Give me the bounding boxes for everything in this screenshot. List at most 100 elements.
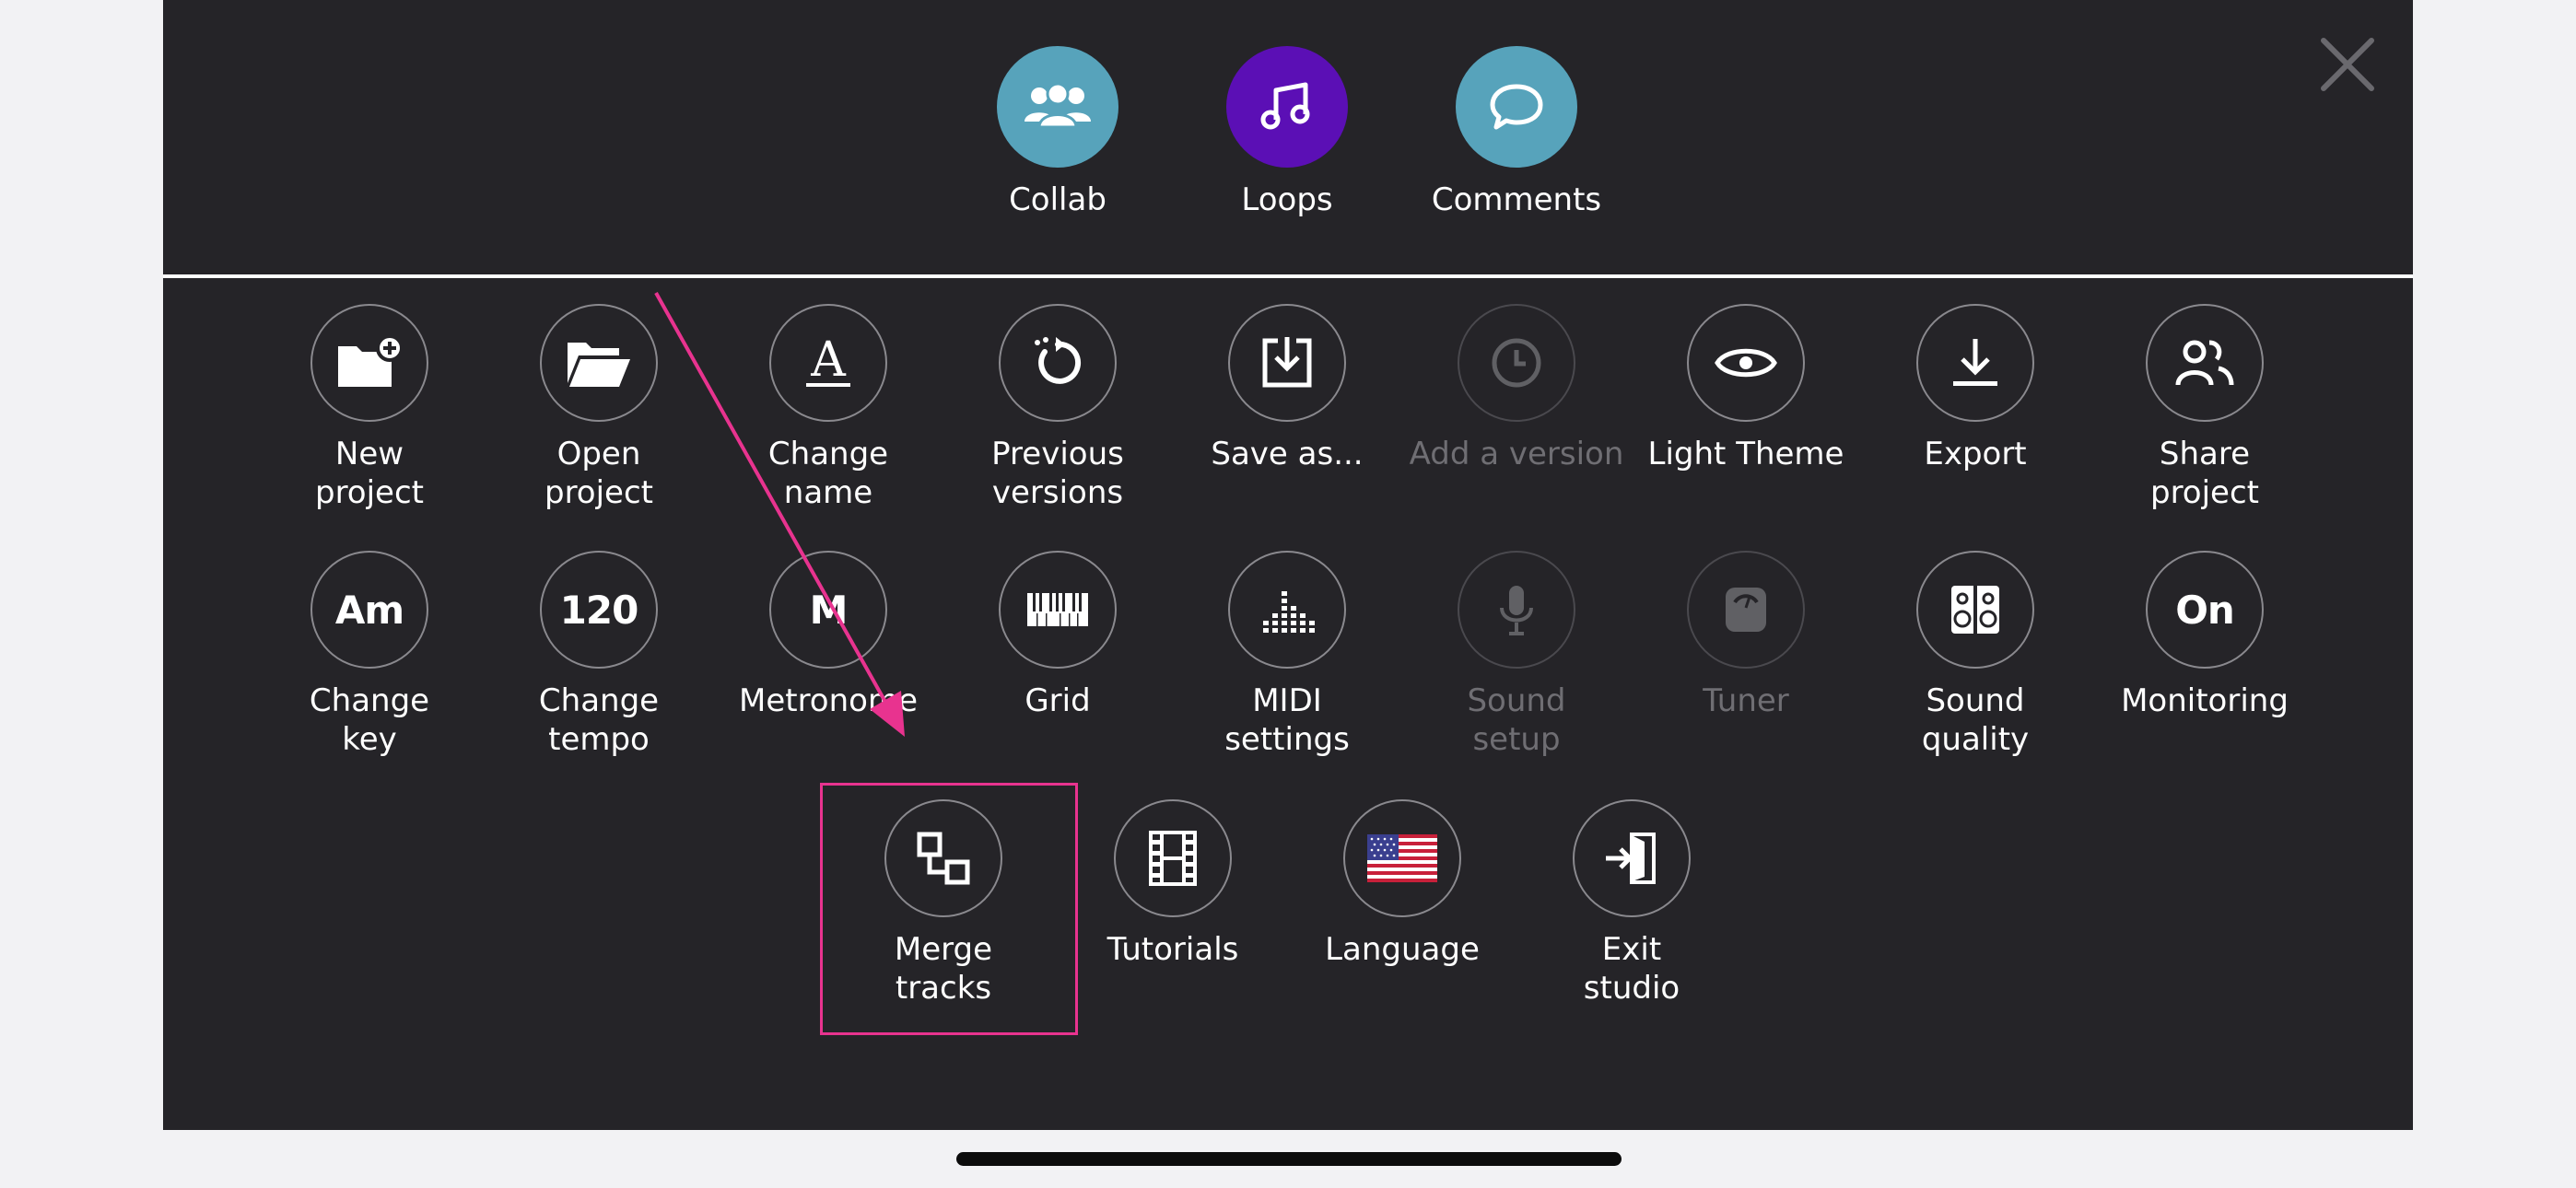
section-divider xyxy=(163,274,2413,278)
tutorials-label: Tutorials xyxy=(1107,931,1239,968)
equalizer-icon xyxy=(1263,591,1315,633)
change-key-button[interactable]: Am Change key xyxy=(236,551,503,759)
tuner-button[interactable]: Tuner xyxy=(1612,551,1879,720)
add-version-label: Add a version xyxy=(1409,436,1624,472)
new-project-label: New project xyxy=(314,436,424,511)
light-theme-label: Light Theme xyxy=(1647,436,1844,472)
tuner-label: Tuner xyxy=(1703,682,1789,719)
sound-setup-label: Sound setup xyxy=(1467,682,1566,758)
exit-studio-button[interactable]: Exit studio xyxy=(1498,799,1765,1007)
change-tempo-circle: 120 xyxy=(540,551,658,669)
save-as-label: Save as... xyxy=(1211,436,1364,472)
close-icon xyxy=(2321,38,2374,91)
open-folder-icon xyxy=(568,343,630,387)
language-label: Language xyxy=(1325,931,1480,968)
share-project-button[interactable]: Share project xyxy=(2071,304,2338,512)
light-theme-button[interactable]: Light Theme xyxy=(1612,304,1879,473)
share-project-circle xyxy=(2146,304,2264,422)
open-project-button[interactable]: Open project xyxy=(465,304,732,512)
tuner-circle xyxy=(1687,551,1805,669)
export-label: Export xyxy=(1924,436,2027,472)
grid-circle xyxy=(999,551,1117,669)
exit-studio-circle xyxy=(1573,799,1691,917)
change-tempo-button[interactable]: 120 Change tempo xyxy=(465,551,732,759)
eye-icon xyxy=(1715,348,1777,378)
monitoring-label: Monitoring xyxy=(2121,682,2289,719)
metronome-button[interactable]: M Metronome xyxy=(695,551,962,720)
us-flag-icon xyxy=(1367,834,1437,882)
change-name-circle: A xyxy=(769,304,887,422)
grid-button[interactable]: Grid xyxy=(924,551,1191,720)
tutorials-circle xyxy=(1114,799,1232,917)
add-version-circle xyxy=(1458,304,1575,422)
midi-settings-button[interactable]: MIDI settings xyxy=(1153,551,1421,759)
key-text-icon: Am xyxy=(334,587,404,633)
music-note-icon xyxy=(1260,82,1310,130)
language-button[interactable]: Language xyxy=(1269,799,1536,969)
save-icon xyxy=(1262,337,1312,388)
comments-label: Comments xyxy=(1431,181,1602,218)
comments-button[interactable]: Comments xyxy=(1383,46,1650,219)
open-project-circle xyxy=(540,304,658,422)
metronome-circle: M xyxy=(769,551,887,669)
open-project-label: Open project xyxy=(544,436,653,511)
previous-versions-button[interactable]: Previous versions xyxy=(924,304,1191,512)
new-project-button[interactable]: New project xyxy=(236,304,503,512)
change-name-button[interactable]: A Change name xyxy=(695,304,962,512)
add-version-button[interactable]: Add a version xyxy=(1383,304,1650,473)
save-as-button[interactable]: Save as... xyxy=(1153,304,1421,473)
exit-icon xyxy=(1606,833,1656,884)
sound-quality-label: Sound quality xyxy=(1921,682,2030,758)
monitoring-button[interactable]: On Monitoring xyxy=(2071,551,2338,720)
monitoring-circle: On xyxy=(2146,551,2264,669)
loops-label: Loops xyxy=(1241,181,1333,218)
tempo-text-icon: 120 xyxy=(559,587,639,633)
previous-versions-circle xyxy=(999,304,1117,422)
close-button[interactable] xyxy=(2311,28,2384,101)
download-icon xyxy=(1953,339,1997,386)
clock-icon xyxy=(1492,338,1541,388)
save-as-circle xyxy=(1228,304,1346,422)
export-button[interactable]: Export xyxy=(1842,304,2109,473)
metronome-label: Metronome xyxy=(738,682,918,719)
loops-button[interactable]: Loops xyxy=(1153,46,1421,219)
change-name-label: Change name xyxy=(767,436,889,511)
collab-button[interactable]: Collab xyxy=(924,46,1191,219)
sound-quality-button[interactable]: Sound quality xyxy=(1842,551,2109,759)
collab-icon-circle xyxy=(997,46,1118,168)
comments-icon-circle xyxy=(1456,46,1577,168)
language-circle xyxy=(1343,799,1461,917)
piano-keys-icon xyxy=(1027,593,1088,626)
monitoring-text-icon: On xyxy=(2175,587,2235,633)
midi-settings-circle xyxy=(1228,551,1346,669)
export-circle xyxy=(1916,304,2034,422)
previous-versions-label: Previous versions xyxy=(991,436,1124,511)
sound-setup-circle xyxy=(1458,551,1575,669)
sound-setup-button[interactable]: Sound setup xyxy=(1383,551,1650,759)
metronome-text-icon: M xyxy=(809,587,849,633)
change-key-circle: Am xyxy=(310,551,428,669)
sound-quality-circle xyxy=(1916,551,2034,669)
tutorials-button[interactable]: Tutorials xyxy=(1039,799,1306,969)
loops-icon-circle xyxy=(1226,46,1348,168)
share-project-label: Share project xyxy=(2149,436,2259,511)
svg-text:A: A xyxy=(810,333,847,388)
letter-a-icon: A xyxy=(806,333,850,388)
merge-tracks-highlight xyxy=(820,783,1078,1035)
new-folder-icon xyxy=(338,334,404,387)
change-tempo-label: Change tempo xyxy=(538,682,660,758)
light-theme-circle xyxy=(1687,304,1805,422)
tuner-icon xyxy=(1726,588,1766,632)
people-icon xyxy=(1025,82,1091,129)
collab-label: Collab xyxy=(1009,181,1107,218)
home-indicator xyxy=(956,1152,1622,1166)
grid-label: Grid xyxy=(1025,682,1091,719)
new-project-circle xyxy=(310,304,428,422)
share-people-icon xyxy=(2175,340,2234,386)
speech-bubble-icon xyxy=(1490,84,1543,130)
speaker-icon xyxy=(1951,586,1999,634)
microphone-icon xyxy=(1500,586,1533,635)
history-icon xyxy=(1035,337,1082,384)
film-icon xyxy=(1149,831,1197,886)
change-key-label: Change key xyxy=(309,682,430,758)
